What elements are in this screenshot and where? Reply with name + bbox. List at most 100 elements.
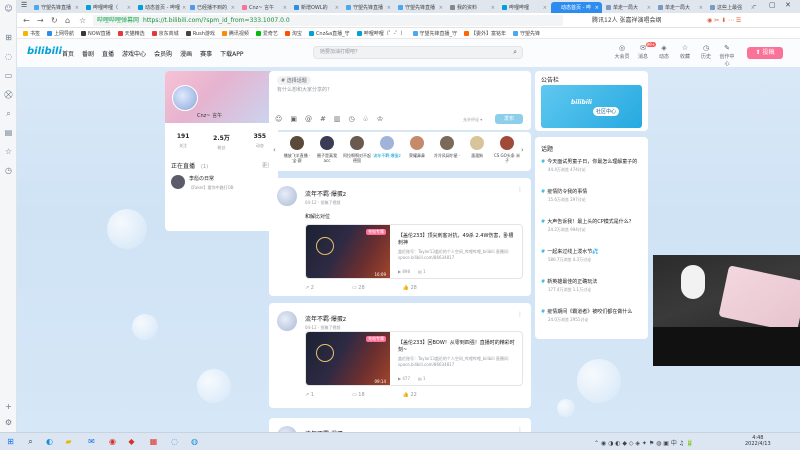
chevron-left-icon[interactable]: ‹ [273,146,276,154]
tab-close-icon[interactable]: × [387,5,391,11]
notes-icon[interactable]: ▤ [4,128,13,137]
tab-close-icon[interactable]: × [647,5,651,11]
following-item[interactable]: 冷冷风阔尔星 · [433,136,461,163]
tab-close-icon[interactable]: × [751,5,755,11]
nav-item-6[interactable]: 赛事 [200,49,212,58]
avatar[interactable] [172,85,198,111]
browser-app-icon[interactable]: ◍ [189,436,200,447]
tab-8[interactable]: 我的资料 × [447,2,498,13]
more-options-icon[interactable]: ⋮ [517,186,523,193]
header-creator-button[interactable]: ✎ 创作中心 [718,44,736,67]
video-thumbnail[interactable]: 充电专属 16:09 [306,225,390,278]
following-item[interactable]: 流年不羁·爆蛋z [373,136,401,163]
header-history-button[interactable]: ◷ 历史 [697,44,715,60]
bookmark-item[interactable]: Cnz&a直播_守 [308,30,350,37]
search-icon[interactable]: ⌕ [25,436,36,447]
visibility-select[interactable]: 允许评论 ▾ [463,117,482,123]
chevron-right-icon[interactable]: › [521,146,524,154]
tab-13[interactable]: 这些上最强 × [707,2,758,13]
following-item[interactable]: 播放飞羊直播 ·宝·赛 [283,136,311,163]
topic-item[interactable]: # 新英雄最佳的正确玩法 177.4万浏览 1.1万讨论 [541,279,645,293]
settings-icon[interactable]: ⚙ [4,418,13,427]
tab-2[interactable]: 动态首页 - 哔哩 × [135,2,186,13]
nav-item-7[interactable]: 下载APP [220,49,243,58]
chat-app-icon[interactable]: ◌ [169,436,180,447]
nav-item-5[interactable]: 漫画 [180,49,192,58]
system-tray-icons[interactable]: ⌃ ◉ ◑ ◐ ◆ ◇ ◈ ✦ ⚑ ◍ ▣ 中 ♫ 🔋 [594,438,694,447]
tab-close-icon[interactable]: × [231,5,235,11]
app-red-icon[interactable]: ▦ [148,436,159,447]
live-item[interactable]: 李彪の日常 【Faker】看你中路打OB [171,175,234,191]
composer-input[interactable]: 有什么想和大家分享的? [277,86,330,93]
poster-name[interactable]: 流年不羁·爆蛋z [305,314,346,323]
bookmark-item[interactable]: 爱奇艺 [255,30,278,37]
mail-icon[interactable]: ✉ [86,436,97,447]
vote-icon[interactable]: ▥ [334,115,341,123]
topic-item[interactable]: # 一起来过线上泼水节💦 586.7万浏览 4.3万讨论 [541,249,645,263]
cart-icon[interactable]: ⛒ [4,90,13,99]
folder-icon[interactable]: ▰ [63,436,74,447]
following-item[interactable]: 荣耀鼻鼻 [403,136,431,163]
tab-4[interactable]: Cnz~ 言午 × [239,2,290,13]
video-thumbnail[interactable]: 充电专属 09:14 [306,332,390,385]
collection-icon[interactable]: ⊞ [4,33,13,42]
header-dynamic-button[interactable]: ◈ 动态 [655,44,673,60]
chrome-icon[interactable]: ◉ [107,436,118,447]
search-icon[interactable]: ⌕ [4,109,13,118]
username[interactable]: Cnz~ 言午 [197,112,222,119]
add-icon[interactable]: + [4,402,13,411]
bookmark-item[interactable]: Rush游戏 [185,30,215,37]
tab-10[interactable]: 动态首页 - 哔 × [551,2,602,13]
tab-close-icon[interactable]: × [543,5,547,11]
home-button[interactable]: ⌂ [65,16,70,25]
star-icon[interactable]: ☆ [4,147,13,156]
bookmark-item[interactable]: 守望先锋 [513,30,540,37]
emoji-icon[interactable]: ☺ [275,115,282,123]
reserve-icon[interactable]: ♧ [363,115,369,123]
following-item[interactable]: 溜溜狗 [463,136,491,163]
bookmark-item[interactable]: 书签 [23,30,40,37]
poster-avatar[interactable] [277,186,297,206]
header-favorites-button[interactable]: ☆ 收藏 [676,44,694,60]
bookmark-item[interactable]: 【委外】富铭年 [464,30,506,37]
search-input[interactable]: 她要加油打眼吧？ ⌕ [313,46,523,59]
tab-close-icon[interactable]: × [491,5,495,11]
tab-close-icon[interactable]: × [699,5,703,11]
tab-12[interactable]: 单走一局大 × [655,2,706,13]
tab-list-icon[interactable]: ☰ [21,1,27,9]
nav-item-3[interactable]: 游戏中心 [122,49,146,58]
bilibili-logo[interactable]: bilibili [27,46,62,57]
like-button[interactable]: 👍 22 [403,392,417,398]
image-icon[interactable]: ▣ [290,115,297,123]
bookmark-item[interactable]: 天猫精选 [117,30,145,37]
tab-close-icon[interactable]: × [335,5,339,11]
topic-item[interactable]: # 今天面试男童子日，你最怎么理解童子的 44.4万浏览 474讨论 [541,159,645,173]
video-card[interactable]: 充电专属 16:09 【盖伦233】顶尖刺客对抗，49杀 2.4W伤害，卧槽 刺神盖… [305,224,523,279]
profile-stat[interactable]: 355 动态 [254,133,267,151]
following-item[interactable]: 阿拉啊啊对不起 德国 [343,136,371,163]
poster-name[interactable]: 流年不羁·爆蛋z [305,189,346,198]
bookmark-item[interactable]: 哔哩哔哩（゜-゜） [356,30,406,37]
profile-stat[interactable]: 2.5万 粉丝 [213,133,230,151]
tab-0[interactable]: 守望先锋直播 × [31,2,82,13]
tab-close-icon[interactable]: × [283,5,287,11]
tab-9[interactable]: 哔哩哔哩 × [499,2,550,13]
nav-item-2[interactable]: 直播 [102,49,114,58]
maximize-button[interactable]: ▢ [769,1,776,9]
header-vip-button[interactable]: ◎ 大会员 [613,44,631,60]
profile-stat[interactable]: 191 关注 [177,133,190,151]
forward-button[interactable]: → [37,16,44,25]
start-icon[interactable]: ⊞ [5,436,16,447]
bookmark-item[interactable]: 腾讯视频 [221,30,249,37]
tab-5[interactable]: 新增OWL的 × [291,2,342,13]
edge-icon[interactable]: ◐ [44,436,55,447]
header-messages-button[interactable]: ✉ 消息 99+ [634,42,656,60]
video-card[interactable]: 充电专属 09:14 【盖伦233】回BOW！从零到四强！直播时的精彩时刻~ 盖伦账号… [305,331,523,386]
close-window-button[interactable]: ✕ [785,1,791,9]
nav-item-1[interactable]: 番剧 [82,49,94,58]
bookmark-item[interactable]: 淘宝 [284,30,302,37]
url-input[interactable]: 哔哩哔哩弹幕网 https://t.bilibili.com/?spm_id_f… [93,15,563,26]
bookmark-item[interactable]: NOW直播 [81,30,111,37]
app-icon[interactable]: ◆ [126,436,137,447]
send-button[interactable]: 发布 [495,114,523,124]
